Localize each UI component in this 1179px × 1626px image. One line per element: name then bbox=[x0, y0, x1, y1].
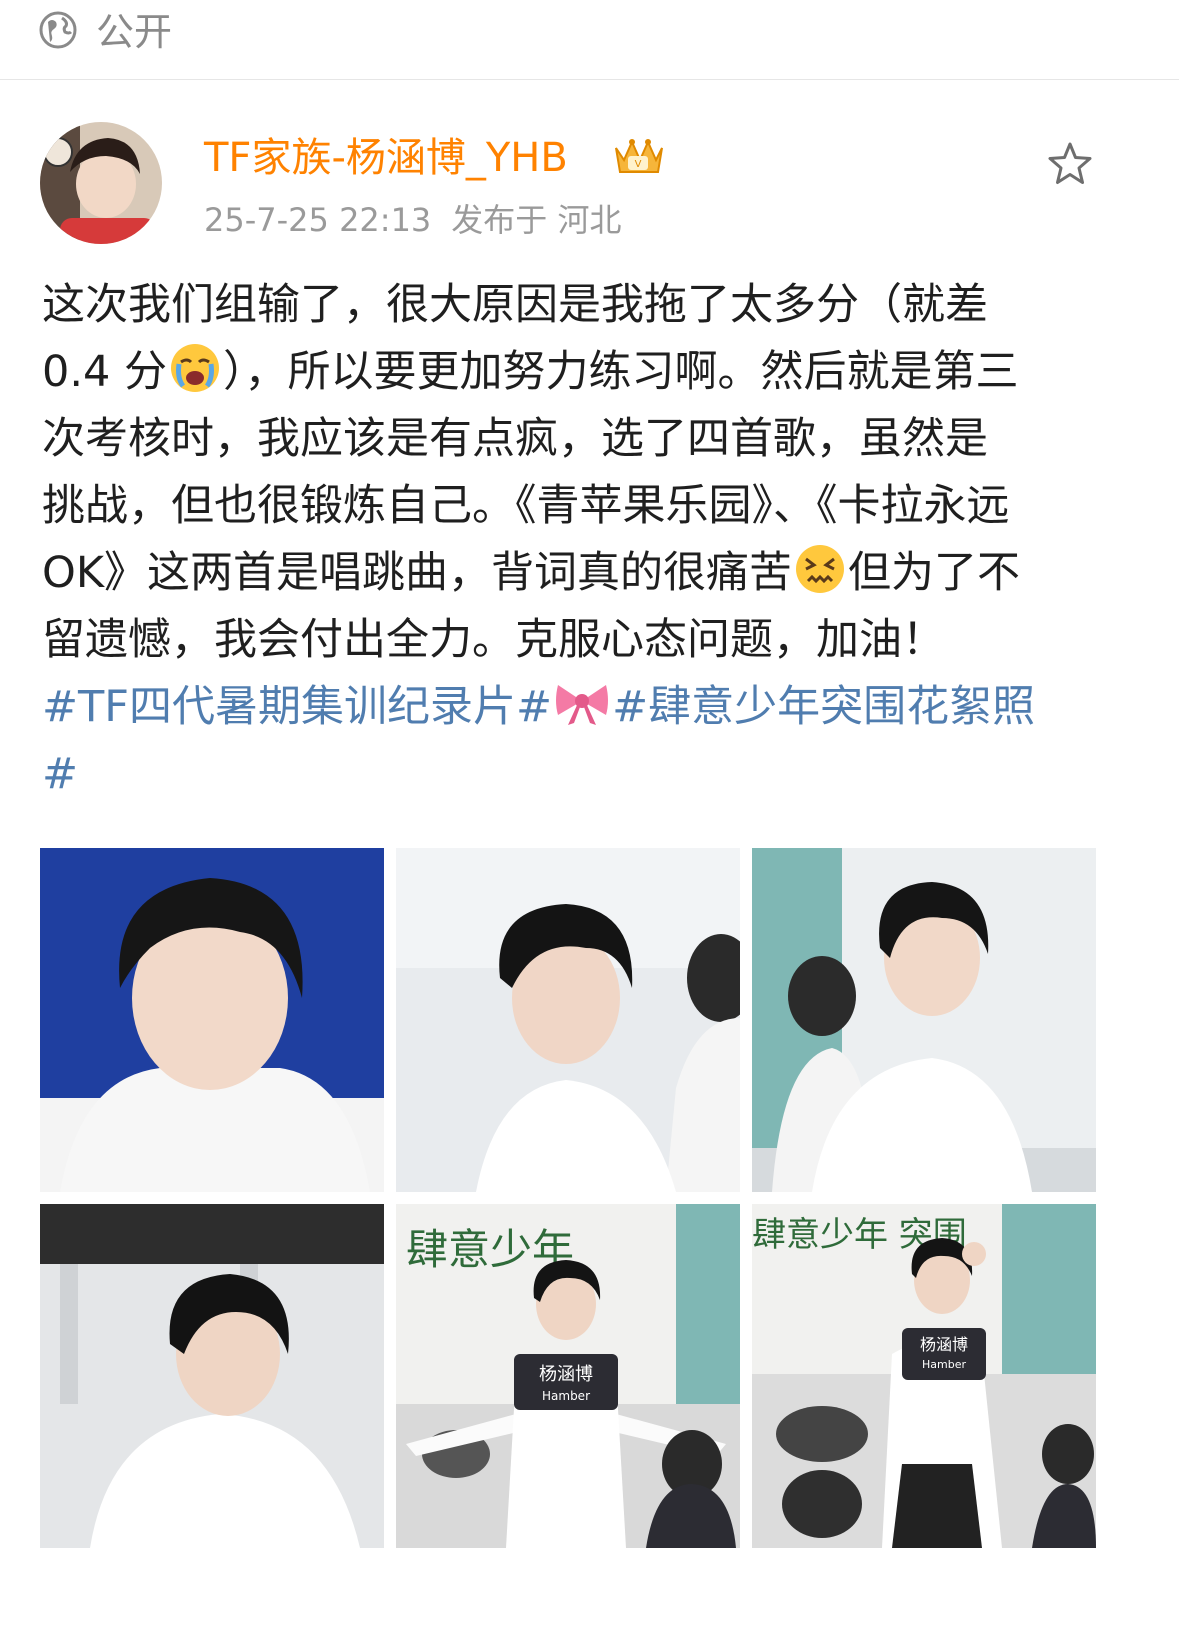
vip-crown-icon[interactable]: V bbox=[610, 134, 666, 180]
crying-emoji bbox=[167, 342, 223, 414]
photo-thumbnail[interactable] bbox=[40, 848, 384, 1192]
ribbon-emoji bbox=[552, 677, 612, 749]
hashtag-line: #TF四代暑期集训纪录片# #肆意少年突围花絮照 bbox=[42, 674, 1142, 741]
post-date: 25-7-25 22:13 bbox=[204, 201, 432, 239]
name-tag: 杨涵博 bbox=[539, 1364, 593, 1385]
post-line: 挑战，但也很锻炼自己。《青苹果乐园》、《卡拉永远 bbox=[42, 481, 1010, 531]
top-bar: 公开 bbox=[0, 0, 1179, 80]
post-line: OK》这两首是唱跳曲，背词真的很痛苦 但为了不 bbox=[42, 540, 1142, 607]
post-location: 发布于 河北 bbox=[451, 201, 622, 239]
globe-icon bbox=[39, 11, 77, 49]
visibility-label[interactable]: 公开 bbox=[96, 8, 172, 56]
post-line: 这次我们组输了，很大原因是我拖了太多分（就差 bbox=[42, 280, 988, 330]
avatar[interactable] bbox=[40, 122, 162, 244]
post-line: 次考核时，我应该是有点疯，选了四首歌，虽然是 bbox=[42, 414, 988, 464]
photo-thumbnail[interactable] bbox=[40, 1204, 384, 1548]
post-body: 这次我们组输了，很大原因是我拖了太多分（就差 0.4 分），所以要更加努力练习啊… bbox=[42, 272, 1142, 808]
post-line: 留遗憾，我会付出全力。克服心态问题，加油！ bbox=[42, 615, 945, 665]
hashtag-link[interactable]: #TF四代暑期集训纪录片# bbox=[42, 682, 552, 732]
photo-thumbnail[interactable]: 肆意少年 突围 杨涵博 Hamber bbox=[752, 1204, 1096, 1548]
post-meta: 25-7-25 22:13 发布于 河北 bbox=[204, 198, 621, 242]
photo-thumbnail[interactable] bbox=[396, 848, 740, 1192]
favorite-star-icon[interactable] bbox=[1046, 140, 1094, 188]
username[interactable]: TF家族-杨涵博_YHB bbox=[204, 132, 568, 184]
svg-text:V: V bbox=[635, 159, 642, 170]
name-tag-en: Hamber bbox=[542, 1389, 590, 1403]
name-tag: 杨涵博 bbox=[920, 1335, 968, 1354]
hashtag-link[interactable]: #肆意少年突围花絮照 bbox=[612, 682, 1035, 732]
hashtag-line: # bbox=[42, 741, 1142, 808]
photo-thumbnail[interactable] bbox=[752, 848, 1096, 1192]
hashtag-link-end[interactable]: # bbox=[42, 749, 78, 799]
name-tag-en: Hamber bbox=[922, 1358, 966, 1371]
post-line: 0.4 分），所以要更加努力练习啊。然后就是第三 bbox=[42, 339, 1142, 406]
confounded-emoji bbox=[792, 543, 848, 615]
photo-thumbnail[interactable]: 肆意少年 杨涵博 Hamber bbox=[396, 1204, 740, 1548]
